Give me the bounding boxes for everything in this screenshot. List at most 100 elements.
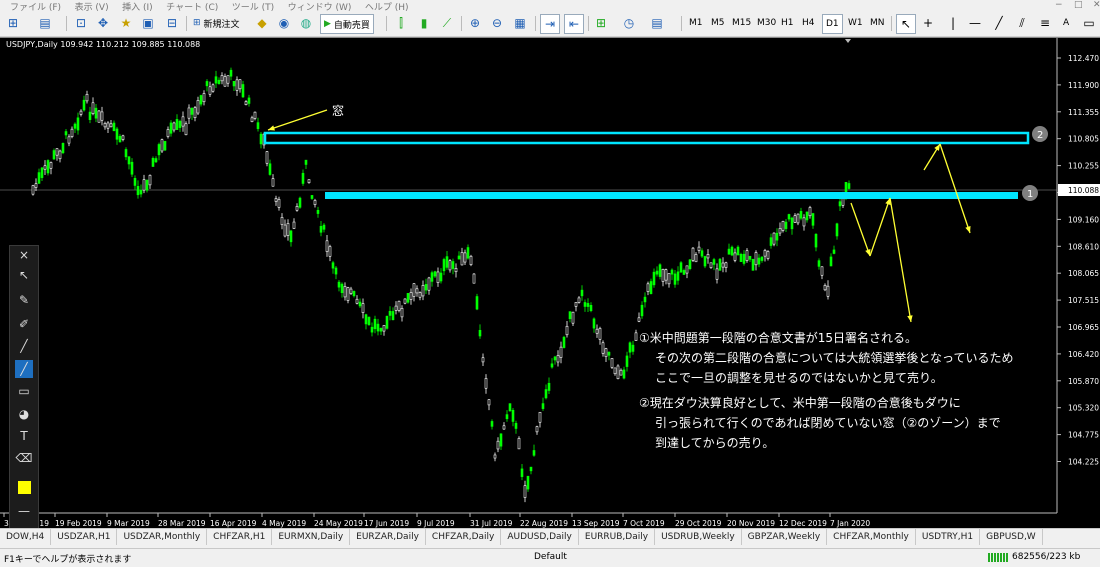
new-chart-icon[interactable]: ⊞ xyxy=(4,14,22,32)
menu-tools[interactable]: ツール (T) xyxy=(232,3,274,11)
chart-tab[interactable]: CHFZAR,H1 xyxy=(207,529,273,545)
menu-insert[interactable]: 挿入 (I) xyxy=(122,3,153,11)
chart-tab[interactable]: USDRUB,Weekly xyxy=(655,529,742,545)
navigator-icon[interactable]: ★ xyxy=(117,14,135,32)
timeframe-d1[interactable]: D1 xyxy=(822,14,843,34)
palette-icon[interactable]: ◕ xyxy=(15,405,33,423)
price-chart[interactable]: 112.470111.900111.355110.805110.255109.7… xyxy=(0,38,1100,528)
chart-window[interactable]: 112.470111.900111.355110.805110.255109.7… xyxy=(0,37,1100,545)
signals-icon[interactable]: ◉ xyxy=(275,14,293,32)
chart-tab[interactable]: USDZAR,Monthly xyxy=(117,529,208,545)
chart-tab[interactable]: USDZAR,H1 xyxy=(51,529,118,545)
line-width-icon[interactable]: — xyxy=(15,502,33,520)
candle-body xyxy=(751,259,755,271)
candle-body xyxy=(247,97,251,104)
chart-tab[interactable]: EURZAR,Daily xyxy=(350,529,426,545)
minimize-button[interactable]: − xyxy=(1055,0,1063,11)
market-watch-icon[interactable]: ⊡ xyxy=(72,14,90,32)
trendline-icon[interactable]: ╱ xyxy=(990,14,1008,32)
fibonacci-icon[interactable]: ≡ xyxy=(1036,14,1054,32)
chart-shift-icon[interactable]: ⇤ xyxy=(564,14,584,34)
timeframe-m15[interactable]: M15 xyxy=(729,14,754,32)
chart-tab[interactable]: AUDUSD,Daily xyxy=(501,529,579,545)
chart-tab[interactable]: DOW,H4 xyxy=(0,529,52,545)
x-tick-label: 12 Dec 2019 xyxy=(779,519,827,528)
eraser-icon[interactable]: ⌫ xyxy=(15,449,33,467)
candle-body xyxy=(301,172,305,184)
chart-shift-marker xyxy=(845,39,851,43)
candle-body xyxy=(451,261,455,269)
candle-body xyxy=(466,247,470,259)
candle-body xyxy=(802,217,806,227)
auto-trading-button[interactable]: ▶ 自動売買 xyxy=(320,14,374,34)
vertical-line-icon[interactable]: | xyxy=(944,14,962,32)
metaeditor-icon[interactable]: ◆ xyxy=(253,14,271,32)
candle-body xyxy=(499,433,503,447)
indicators-icon[interactable]: ⊞ xyxy=(592,14,610,32)
timeframe-m1[interactable]: M1 xyxy=(686,14,706,32)
trendline-tool-icon[interactable]: ╱ xyxy=(15,360,33,378)
horizontal-line-icon[interactable]: — xyxy=(966,14,984,32)
cursor-icon[interactable]: ↖ xyxy=(15,266,33,284)
tile-windows-icon[interactable]: ▦ xyxy=(511,14,529,32)
chart-tab[interactable]: CHFZAR,Monthly xyxy=(827,529,916,545)
chart-tab[interactable]: EURMXN,Daily xyxy=(272,529,351,545)
timeframe-m5[interactable]: M5 xyxy=(708,14,728,32)
timeframe-h1[interactable]: H1 xyxy=(778,14,797,32)
zoom-out-icon[interactable]: ⊖ xyxy=(488,14,506,32)
text-tool-icon[interactable]: A xyxy=(1060,14,1072,32)
channel-icon[interactable]: ⫽ xyxy=(1013,14,1031,32)
candlestick-icon[interactable]: ▮ xyxy=(415,14,433,32)
candle-body xyxy=(73,123,77,129)
line-chart-icon[interactable]: ⟋ xyxy=(438,14,456,32)
marker-icon[interactable]: ✐ xyxy=(15,315,33,333)
rectangle-tool-icon[interactable]: ▭ xyxy=(15,382,33,400)
new-order-button[interactable]: ⊞ 新規注文 xyxy=(190,14,243,32)
data-window-icon[interactable]: ✥ xyxy=(94,14,112,32)
market-icon[interactable]: ◍ xyxy=(297,14,315,32)
templates-icon[interactable]: ▤ xyxy=(648,14,666,32)
line-tool-icon[interactable]: ╱ xyxy=(15,337,33,355)
candle-body xyxy=(766,251,770,259)
timeframe-m30[interactable]: M30 xyxy=(754,14,779,32)
chart-tab[interactable]: GBPZAR,Weekly xyxy=(742,529,828,545)
y-tick-label: 110.805 xyxy=(1068,135,1099,144)
x-tick-label: 28 Mar 2019 xyxy=(158,519,206,528)
timeframe-mn[interactable]: MN xyxy=(867,14,888,32)
bar-chart-icon[interactable]: ⫿ xyxy=(392,14,410,32)
candle-body xyxy=(814,233,818,248)
menu-chart[interactable]: チャート (C) xyxy=(166,3,218,11)
zoom-in-icon[interactable]: ⊕ xyxy=(466,14,484,32)
autoscroll-icon[interactable]: ⇥ xyxy=(540,14,560,34)
menu-window[interactable]: ウィンドウ (W) xyxy=(288,3,352,11)
candle-body xyxy=(787,214,791,220)
periods-icon[interactable]: ◷ xyxy=(620,14,638,32)
candle-body xyxy=(496,440,500,450)
timeframe-w1[interactable]: W1 xyxy=(845,14,866,32)
close-icon[interactable]: × xyxy=(15,246,33,264)
x-tick-label: 29 Oct 2019 xyxy=(675,519,722,528)
restore-button[interactable]: □ xyxy=(1074,0,1083,11)
pencil-icon[interactable]: ✎ xyxy=(15,291,33,309)
candle-body xyxy=(82,99,86,111)
candle-body xyxy=(280,217,284,225)
menu-file[interactable]: ファイル (F) xyxy=(10,3,61,11)
menu-view[interactable]: 表示 (V) xyxy=(75,3,109,11)
text-icon[interactable]: T xyxy=(15,427,33,445)
strategy-tester-icon[interactable]: ⊟ xyxy=(163,14,181,32)
color-swatch-icon[interactable] xyxy=(15,478,33,496)
chart-tab[interactable]: EURRUB,Daily xyxy=(579,529,656,545)
profiles-icon[interactable]: ▤ xyxy=(36,14,54,32)
close-button[interactable]: ✕ xyxy=(1093,0,1100,11)
cursor-icon[interactable]: ↖ xyxy=(896,14,916,34)
chart-tab[interactable]: CHFZAR,Daily xyxy=(426,529,502,545)
terminal-icon[interactable]: ▣ xyxy=(139,14,157,32)
crosshair-icon[interactable]: + xyxy=(919,14,937,32)
timeframe-h4[interactable]: H4 xyxy=(799,14,818,32)
candle-body xyxy=(439,272,443,282)
chart-tab[interactable]: GBPUSD,W xyxy=(980,529,1043,545)
candle-body xyxy=(604,348,608,357)
chart-tab[interactable]: USDTRY,H1 xyxy=(916,529,981,545)
menu-help[interactable]: ヘルプ (H) xyxy=(365,3,409,11)
label-tool-icon[interactable]: ▭ xyxy=(1080,14,1098,32)
